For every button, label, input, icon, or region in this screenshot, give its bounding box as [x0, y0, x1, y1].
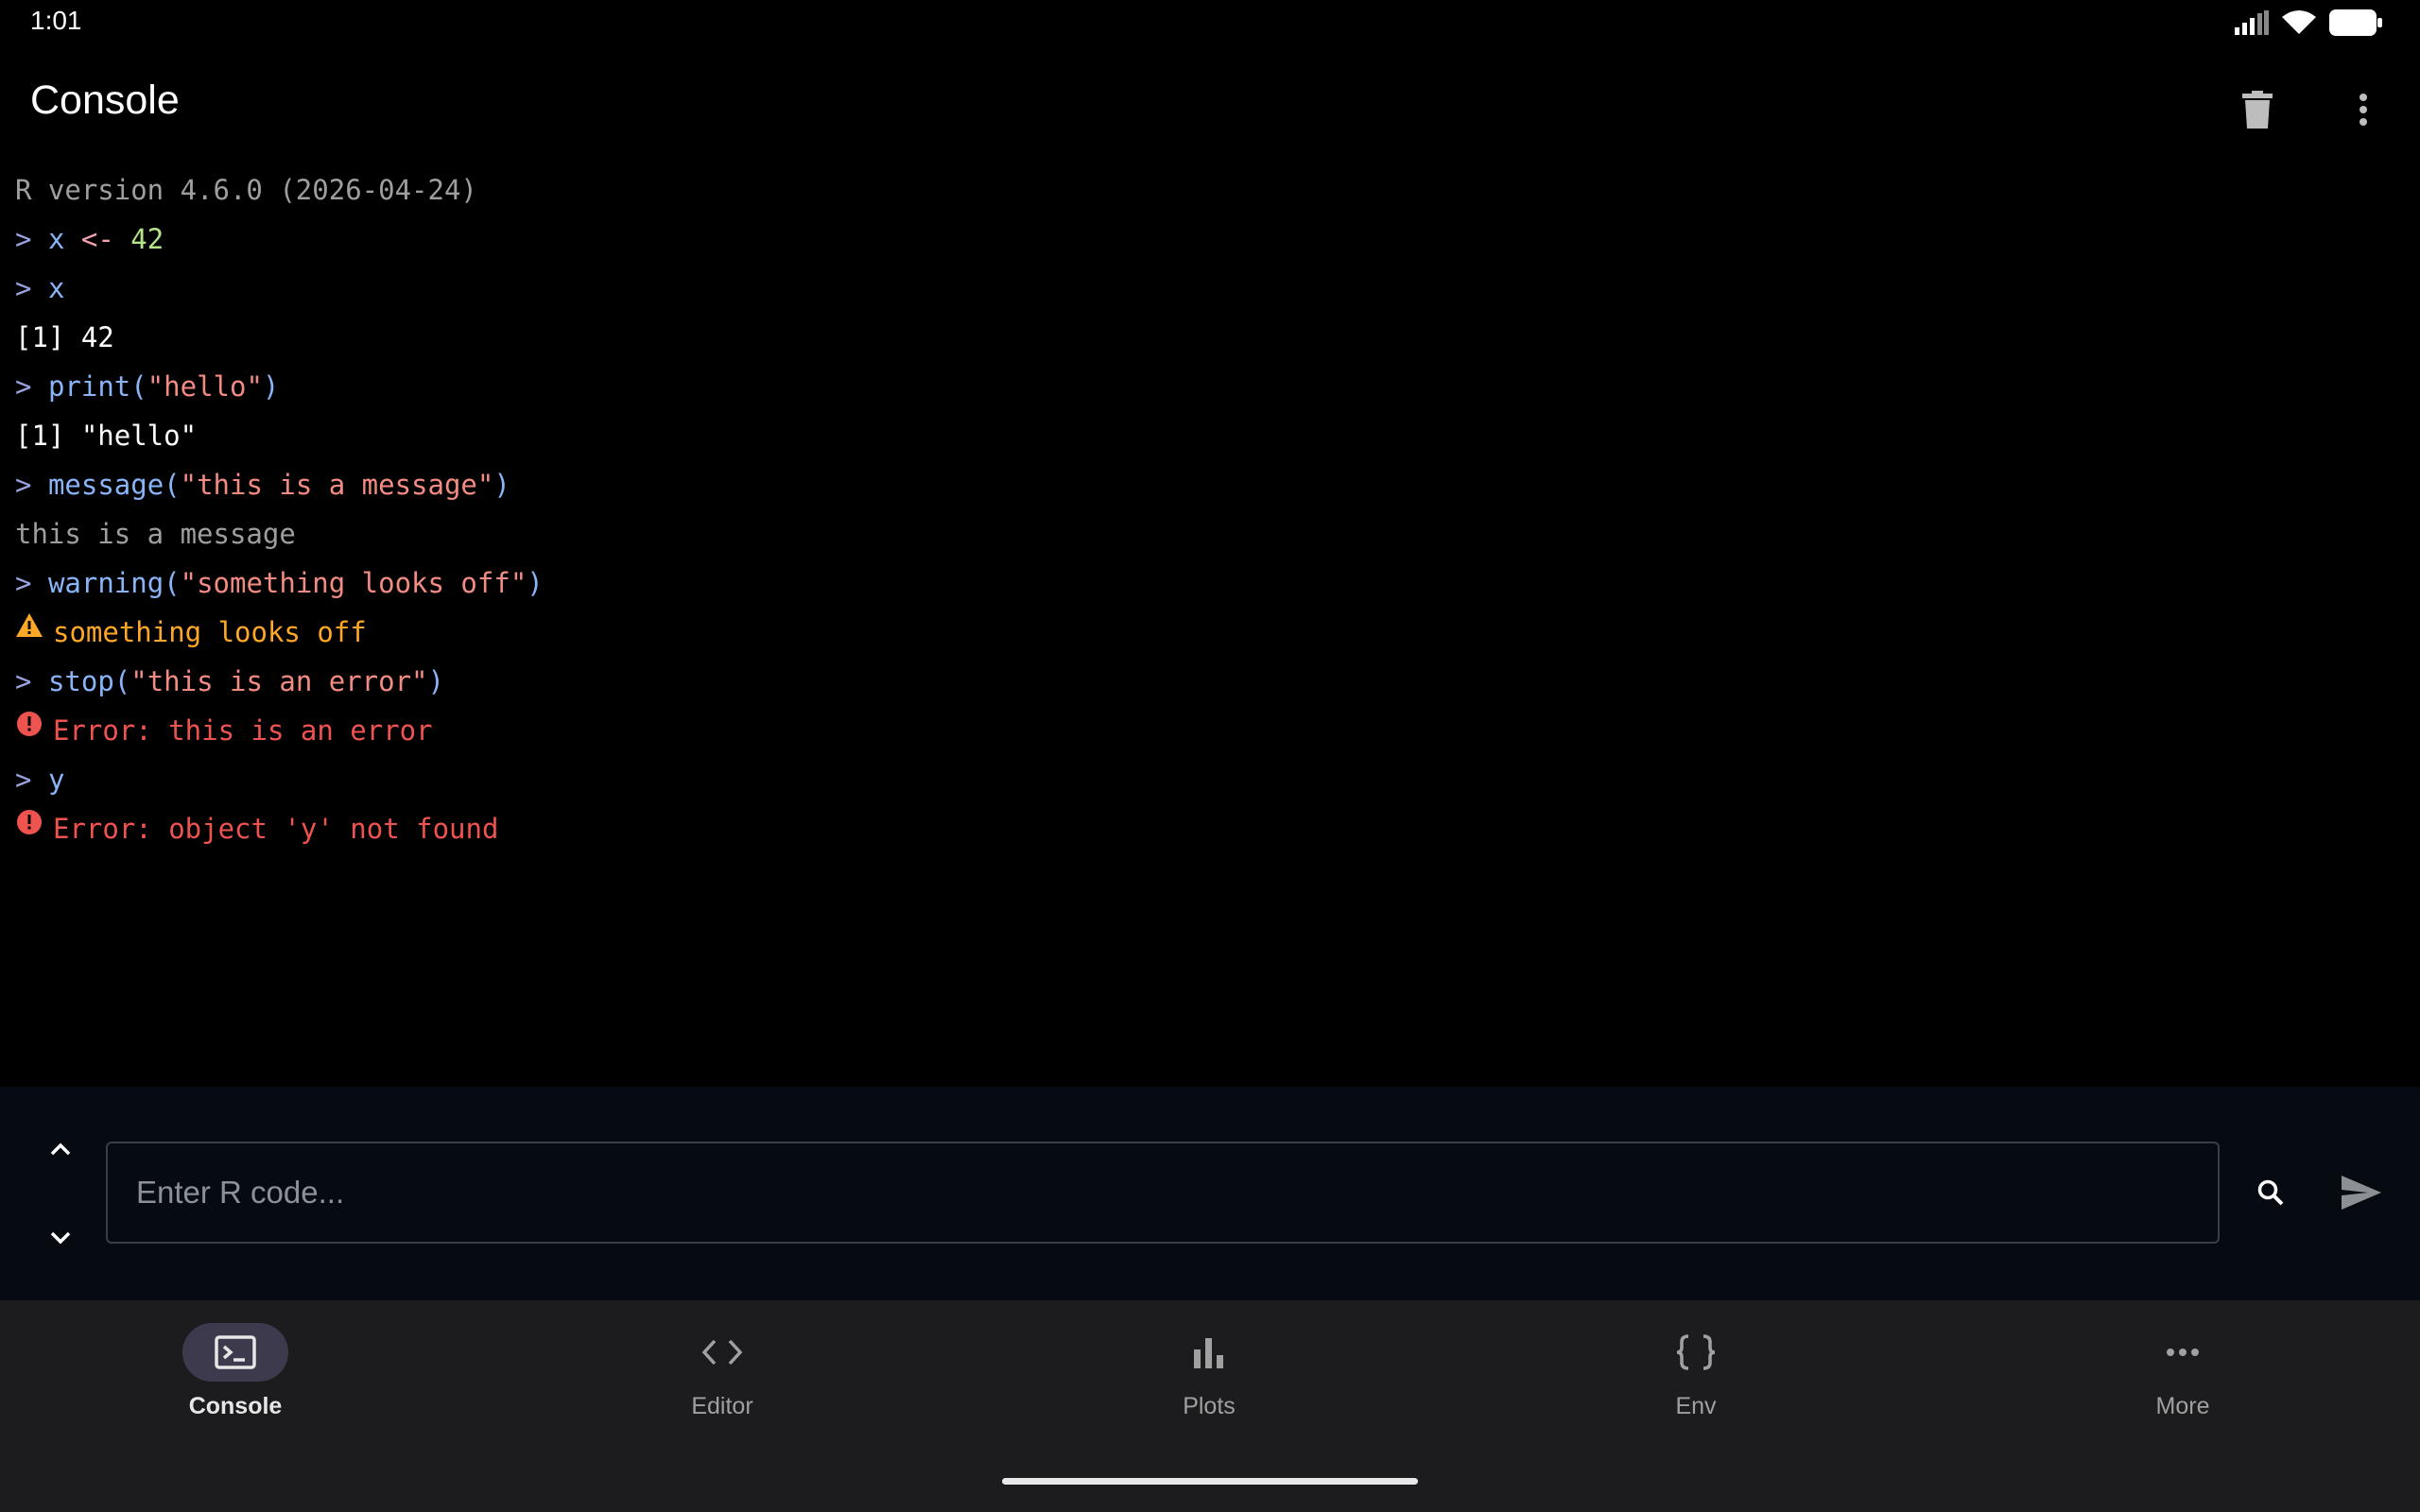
terminal-icon — [215, 1335, 256, 1369]
prompt-symbol: > — [15, 469, 32, 501]
page-title: Console — [30, 77, 180, 123]
code-token: y — [47, 764, 65, 796]
code-token: ) — [262, 370, 280, 403]
braces-icon — [1676, 1334, 1716, 1370]
prompt-symbol: > — [15, 764, 32, 796]
code-icon — [701, 1339, 743, 1366]
code-input[interactable] — [106, 1142, 2220, 1244]
code-token: ) — [493, 469, 510, 501]
code-token: x — [47, 272, 65, 304]
more-vert-icon — [2360, 94, 2367, 126]
wifi-icon — [2282, 10, 2316, 34]
error-icon — [17, 810, 42, 834]
error-text: Error: this is an error — [53, 714, 433, 747]
code-token: warning( — [47, 567, 181, 599]
chevron-up-icon — [50, 1143, 71, 1156]
nav-item-more[interactable]: More — [2041, 1323, 2325, 1446]
prompt-symbol: > — [15, 665, 32, 697]
console-message-line: this is a message — [15, 518, 296, 550]
number-token: 42 — [130, 223, 164, 255]
code-token: print( — [47, 370, 147, 403]
nav-label: Plots — [1183, 1393, 1236, 1419]
error-icon — [17, 712, 42, 736]
nav-active-indicator — [182, 1323, 288, 1382]
string-token: "something looks off" — [180, 567, 527, 599]
search-button[interactable] — [2250, 1172, 2291, 1213]
battery-icon — [2329, 9, 2382, 36]
nav-label: Editor — [691, 1393, 753, 1419]
signal-icon — [2235, 10, 2269, 35]
status-bar: 1:01 — [0, 0, 2420, 47]
console-input-line: > print("hello") — [15, 362, 2397, 411]
code-token: ) — [427, 665, 444, 697]
app-bar: Console — [0, 59, 2420, 153]
console-output-line: [1] "hello" — [15, 420, 198, 452]
send-icon — [2342, 1176, 2381, 1210]
console-warning-line: something looks off — [15, 608, 2397, 657]
operator-token: <- — [80, 223, 114, 255]
app-screen: 1:01 Console R version 4.6.0 (2026-04-24… — [0, 0, 2420, 1512]
home-indicator[interactable] — [1002, 1478, 1418, 1485]
code-token: stop( — [47, 665, 131, 697]
console-error-line: Error: object 'y' not found — [15, 804, 2397, 853]
code-token: x — [47, 223, 65, 255]
search-icon — [2257, 1179, 2284, 1206]
code-token: ) — [527, 567, 544, 599]
warning-text: something looks off — [53, 616, 367, 648]
nav-label: Console — [188, 1393, 283, 1419]
console-input-line: > message("this is a message") — [15, 460, 2397, 509]
console-output: R version 4.6.0 (2026-04-24) > x <- 42 >… — [15, 165, 2397, 853]
warning-icon — [16, 613, 43, 637]
prompt-symbol: > — [15, 272, 32, 304]
nav-item-plots[interactable]: Plots — [1067, 1323, 1351, 1446]
string-token: "this is a message" — [180, 469, 494, 501]
console-input-line: > y — [15, 755, 2397, 804]
chevron-down-icon — [50, 1231, 71, 1245]
history-next-button[interactable] — [42, 1219, 79, 1257]
console-input-line: > warning("something looks off") — [15, 558, 2397, 608]
nav-item-editor[interactable]: Editor — [580, 1323, 864, 1446]
string-token: "hello" — [147, 370, 263, 403]
console-input-line: > x <- 42 — [15, 215, 2397, 264]
send-button[interactable] — [2335, 1166, 2388, 1219]
bottom-navigation: Console Editor Plots Env More — [0, 1300, 2420, 1512]
nav-item-env[interactable]: Env — [1554, 1323, 1838, 1446]
string-token: "this is an error" — [130, 665, 428, 697]
console-input-line: > x — [15, 264, 2397, 313]
code-token: message( — [47, 469, 181, 501]
prompt-symbol: > — [15, 223, 32, 255]
overflow-menu-button[interactable] — [2339, 85, 2388, 134]
more-horiz-icon — [2167, 1349, 2199, 1356]
history-previous-button[interactable] — [42, 1130, 79, 1168]
clear-console-button[interactable] — [2233, 85, 2282, 134]
input-panel — [0, 1087, 2420, 1300]
prompt-symbol: > — [15, 370, 32, 403]
trash-icon — [2242, 91, 2273, 129]
prompt-symbol: > — [15, 567, 32, 599]
console-output-line: [1] 42 — [15, 321, 114, 353]
console-error-line: Error: this is an error — [15, 706, 2397, 755]
status-icons — [2235, 9, 2382, 36]
console-input-line: > stop("this is an error") — [15, 657, 2397, 706]
nav-label: Env — [1675, 1393, 1717, 1419]
bar-chart-icon — [1194, 1338, 1223, 1368]
error-text: Error: object 'y' not found — [53, 813, 499, 845]
console-version-line: R version 4.6.0 (2026-04-24) — [15, 174, 477, 206]
nav-item-console[interactable]: Console — [94, 1323, 377, 1446]
status-time: 1:01 — [30, 6, 82, 35]
nav-label: More — [2155, 1393, 2210, 1419]
